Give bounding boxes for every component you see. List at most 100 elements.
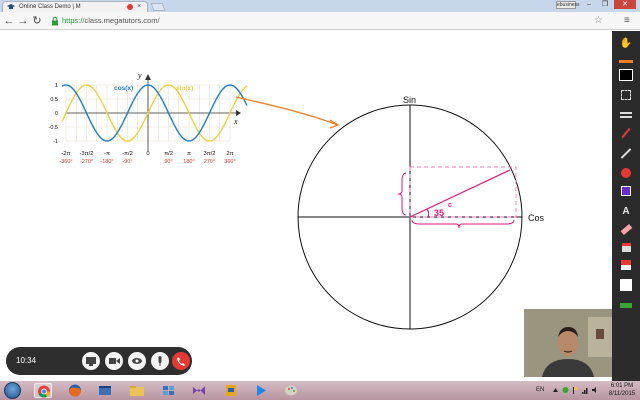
trig-graph: y x cos(x) sin(x) 1 0.5 0 -0.5 -1 -2π -3π/2 -π… [49, 71, 248, 165]
eraser-icon[interactable] [616, 221, 636, 237]
line-icon[interactable] [616, 145, 636, 161]
tab-close-button[interactable]: × [137, 2, 141, 12]
graph-x-tick-label: -π/2 [122, 151, 133, 157]
text-icon[interactable]: A [616, 203, 636, 219]
taskbar-chrome[interactable] [34, 383, 52, 398]
graph-x-tick-label: 0 [146, 151, 149, 157]
forward-arrow-icon[interactable]: → [17, 15, 29, 27]
graph-x-tick-label: π/2 [164, 151, 173, 157]
taskbar-paint[interactable] [282, 383, 300, 398]
webcam-person-image [524, 309, 612, 377]
graph-y-axis-label: y [137, 71, 142, 80]
square-icon[interactable] [616, 183, 636, 199]
graduation-cap-icon [7, 4, 15, 9]
graph-x-degree-label: -180° [100, 159, 113, 165]
graph-x-axis-label: x [233, 117, 238, 126]
cos-brace [411, 219, 515, 229]
monitor-icon [86, 357, 96, 366]
black-swatch-icon[interactable] [616, 67, 636, 83]
angle-label: 35 [434, 208, 444, 218]
start-button[interactable] [4, 382, 21, 399]
arrows-icon[interactable] [616, 297, 636, 313]
tray-expand-icon[interactable] [552, 386, 559, 394]
eye-icon [132, 358, 142, 364]
color-icon[interactable] [616, 257, 636, 273]
clock-date: 8/11/2015 [608, 391, 636, 397]
view-button[interactable] [128, 352, 146, 370]
graph-x-degree-label: 180° [183, 159, 194, 165]
taskbar-app-multi[interactable] [160, 383, 178, 398]
graph-y-tick-label: 0 [55, 111, 58, 117]
tray-app-icon[interactable] [562, 386, 569, 394]
circle-icon[interactable] [616, 165, 636, 181]
system-clock[interactable]: 6:01 PM 8/11/2015 [606, 382, 638, 398]
lock-icon [52, 16, 58, 26]
recording-indicator-icon [127, 4, 133, 10]
hang-up-button[interactable] [172, 352, 190, 370]
network-icon[interactable] [582, 386, 589, 394]
graph-y-tick-label: 0.5 [50, 97, 58, 103]
pointer-arrow [235, 96, 339, 126]
graph-x-tick-label: -2π [61, 151, 70, 157]
language-indicator[interactable]: EN [536, 385, 544, 395]
cos-axis-label: Cos [528, 213, 545, 223]
graph-x-degree-label: 270° [204, 159, 215, 165]
taskbar-firefox[interactable] [66, 383, 84, 398]
chrome-icon [38, 385, 50, 398]
clock-time: 6:01 PM [610, 383, 634, 389]
maximize-button[interactable]: ❐ [598, 0, 612, 9]
pen-icon[interactable] [616, 125, 636, 141]
graph-x-degree-label: 90° [164, 159, 172, 165]
bookmark-star-icon[interactable]: ☆ [594, 15, 603, 27]
screen-share-button[interactable] [82, 352, 100, 370]
graph-y-tick-label: 1 [55, 83, 58, 89]
camera-icon [109, 358, 120, 364]
sin-label: sin(x) [176, 85, 193, 92]
close-window-button[interactable]: ✕ [614, 0, 636, 9]
firefox-icon [69, 384, 81, 397]
cos-label: cos(x) [114, 85, 133, 92]
action-center-flag-icon[interactable] [572, 386, 579, 394]
webcam-preview[interactable] [524, 309, 612, 377]
graph-x-tick-label: -3π/2 [80, 151, 94, 157]
drawing-toolbar: ✋ A [612, 31, 640, 381]
multi-window-icon [163, 386, 174, 395]
minimize-button[interactable]: – [582, 0, 596, 9]
taskbar-explorer[interactable] [128, 383, 146, 398]
reload-icon[interactable]: ↻ [31, 15, 43, 27]
whiteboard-canvas[interactable]: y x cos(x) sin(x) 1 0.5 0 -0.5 -1 -2π -3π/2 -π… [0, 31, 612, 381]
white-swatch-icon[interactable] [616, 277, 636, 293]
chrome-menu-icon[interactable]: ≡ [624, 15, 630, 27]
video-button[interactable] [105, 352, 123, 370]
volume-icon[interactable] [592, 386, 599, 394]
mute-button[interactable] [151, 352, 169, 370]
browser-tab[interactable]: Online Class Demo | M × [2, 1, 148, 12]
graph-y-arrow [145, 74, 151, 80]
url-protocol: https:// [62, 16, 85, 25]
taskbar-powerpoint[interactable] [222, 383, 240, 398]
new-tab-button[interactable] [150, 3, 166, 11]
profile-badge[interactable]: ebusiness [556, 1, 580, 9]
hand-icon[interactable]: ✋ [616, 35, 636, 51]
tab-title: Online Class Demo | M [19, 4, 81, 10]
graph-x-tick-label: 2π [226, 151, 233, 157]
sin-brace [397, 172, 407, 216]
taskbar-media-player[interactable] [252, 383, 270, 398]
address-bar[interactable]: https://class.megatutors.com/ [62, 15, 160, 27]
graph-y-tick-label: -0.5 [49, 125, 58, 131]
sin-axis-label: Sin [403, 95, 416, 105]
angle-arc [425, 208, 430, 218]
microphone-icon [158, 356, 162, 366]
graph-x-arrow [236, 110, 241, 116]
save-icon[interactable] [616, 239, 636, 255]
url-host: class.megatutors.com/ [84, 16, 160, 25]
app-window-icon [99, 386, 111, 395]
visual-studio-icon [193, 386, 205, 395]
taskbar-visual-studio[interactable] [190, 383, 208, 398]
back-arrow-icon[interactable]: ← [3, 15, 15, 27]
select-icon[interactable] [616, 87, 636, 103]
lines-icon[interactable] [616, 107, 636, 123]
taskbar-app-blue[interactable] [96, 383, 114, 398]
browser-toolbar: ← → ↻ https://class.megatutors.com/ ☆ ≡ [0, 12, 640, 30]
play-icon [257, 385, 266, 396]
